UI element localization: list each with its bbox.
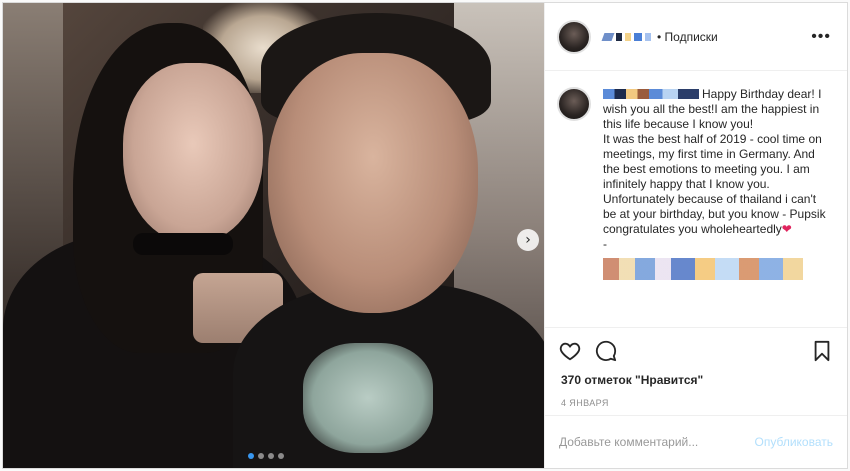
chevron-right-icon: › [525,232,531,248]
caption-text: Happy Birthday dear! I wish you all the … [603,87,826,236]
post-details-panel: • Подписки ••• Happy Birthday dear! I wi… [544,3,847,468]
publish-button[interactable]: Опубликовать [755,435,833,449]
carousel-dot [248,453,254,459]
redaction-mark [616,32,622,41]
author-avatar[interactable] [557,19,591,54]
redaction-mark [634,32,642,41]
carousel-dot [258,453,264,459]
heart-emoji-icon: ❤ [781,222,792,236]
redaction-mark [645,32,651,41]
caption-author-avatar[interactable] [557,87,591,121]
photo-choker [133,233,233,255]
author-username-redacted[interactable] [601,32,651,41]
photo-person-right-face [268,53,478,313]
post-photo[interactable]: › [3,3,544,468]
comment-icon[interactable] [595,340,617,362]
redaction-mark [601,32,615,41]
likes-count[interactable]: 370 отметок "Нравится" [545,373,847,391]
ellipsis-icon[interactable]: ••• [811,28,831,46]
post-date[interactable]: 4 января [545,391,847,415]
post-actions [545,327,847,373]
post-header: • Подписки ••• [545,3,847,71]
comment-input[interactable] [559,435,755,449]
heart-icon[interactable] [559,340,581,362]
carousel-dots [248,453,284,459]
post-card: › • Подписки ••• Happy Birthday dear! I … [2,2,848,469]
carousel-dot [268,453,274,459]
redaction-mark [603,258,803,280]
post-caption: Happy Birthday dear! I wish you all the … [603,87,831,327]
add-comment-bar: Опубликовать [545,415,847,468]
photo-person-left-face [123,63,263,243]
bookmark-icon[interactable] [811,340,833,362]
caption-dash: - [603,237,607,251]
caption-hashtags-redacted [603,258,831,280]
following-status[interactable]: • Подписки [657,30,718,44]
comments-area: Happy Birthday dear! I wish you all the … [545,71,847,327]
next-photo-button[interactable]: › [517,229,539,251]
photo-shirt-print [303,343,433,453]
redaction-mark [625,32,631,41]
carousel-dot [278,453,284,459]
caption-username-redacted[interactable] [603,89,699,99]
